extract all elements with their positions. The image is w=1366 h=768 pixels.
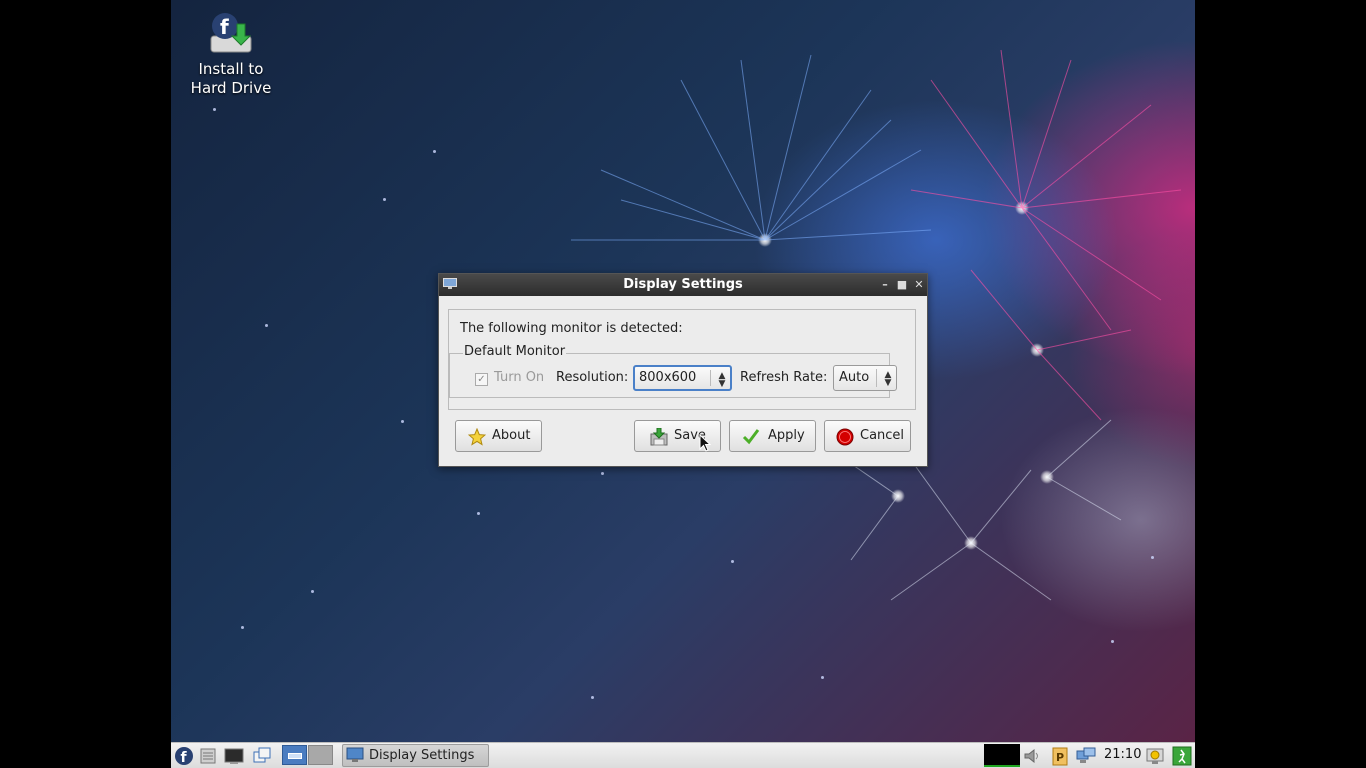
file-manager-icon[interactable]	[198, 746, 218, 766]
resolution-label: Resolution:	[556, 370, 629, 385]
logout-icon[interactable]	[1172, 746, 1192, 766]
terminal-icon[interactable]	[224, 746, 244, 766]
cancel-label: Cancel	[860, 428, 905, 443]
about-label: About	[492, 428, 531, 443]
star	[601, 472, 604, 475]
spin-arrows-icon: ▲ ▼	[884, 370, 892, 388]
turn-on-checkbox[interactable]: ✓ Turn On	[475, 370, 544, 386]
detected-text: The following monitor is detected:	[460, 321, 683, 336]
apply-label: Apply	[768, 428, 805, 443]
task-label: Display Settings	[369, 748, 475, 763]
workspace-1[interactable]	[282, 745, 307, 765]
save-icon	[650, 428, 668, 446]
maximize-button[interactable]: ■	[894, 274, 910, 296]
turn-on-label: Turn On	[494, 370, 545, 385]
stop-icon	[836, 428, 854, 446]
svg-text:P: P	[1056, 751, 1064, 764]
svg-text:f: f	[220, 15, 229, 39]
star	[591, 696, 594, 699]
fedora-menu-icon[interactable]: f	[174, 746, 194, 766]
dialog-titlebar[interactable]: Display Settings – ■ ✕	[439, 274, 927, 296]
star	[241, 626, 244, 629]
star	[731, 560, 734, 563]
cpu-graph-line	[984, 765, 1020, 767]
cancel-button[interactable]: Cancel	[824, 420, 911, 452]
checkbox-checked-icon: ✓	[475, 373, 488, 386]
star	[401, 420, 404, 423]
star	[821, 676, 824, 679]
monitor-icon	[346, 747, 364, 762]
apply-button[interactable]: Apply	[729, 420, 816, 452]
refresh-rate-label: Refresh Rate:	[740, 370, 828, 385]
resolution-combo[interactable]: 800x600 ▲ ▼	[633, 365, 732, 391]
update-icon[interactable]	[1145, 746, 1165, 766]
taskbar: f Display Settings P 21:10	[171, 742, 1195, 768]
star	[311, 590, 314, 593]
star	[383, 198, 386, 201]
workspace-2[interactable]	[308, 745, 333, 765]
volume-icon[interactable]	[1022, 746, 1042, 766]
default-monitor-legend: Default Monitor	[463, 344, 567, 359]
dialog-title: Display Settings	[623, 277, 743, 292]
network-icon[interactable]	[1076, 746, 1096, 766]
desktop-icon-label: Install to Hard Drive	[190, 60, 272, 97]
refresh-rate-value: Auto	[839, 370, 870, 385]
star	[1151, 556, 1154, 559]
windows-icon[interactable]	[252, 746, 272, 766]
refresh-rate-combo[interactable]: Auto ▲ ▼	[833, 365, 897, 391]
fedora-install-icon: f	[207, 10, 255, 56]
star-icon	[468, 428, 486, 446]
task-display-settings[interactable]: Display Settings	[342, 744, 489, 767]
display-settings-dialog: Display Settings – ■ ✕ The following mon…	[438, 273, 928, 467]
monitor-icon	[443, 278, 457, 289]
combo-separator	[876, 369, 877, 387]
clock[interactable]: 21:10	[1104, 743, 1141, 767]
about-button[interactable]: About	[455, 420, 542, 452]
clipboard-icon[interactable]: P	[1050, 746, 1070, 766]
star	[433, 150, 436, 153]
resolution-value: 800x600	[639, 370, 697, 385]
mouse-cursor-icon	[699, 434, 711, 452]
close-button[interactable]: ✕	[911, 274, 927, 296]
cpu-monitor-icon	[984, 744, 1020, 767]
star	[213, 108, 216, 111]
spin-arrows-icon: ▲ ▼	[718, 371, 726, 389]
star	[265, 324, 268, 327]
svg-text:f: f	[181, 750, 188, 766]
checkmark-icon	[742, 429, 760, 445]
install-to-hard-drive-shortcut[interactable]: f Install to Hard Drive	[183, 10, 279, 98]
minimize-button[interactable]: –	[877, 274, 893, 296]
star	[477, 512, 480, 515]
star	[1111, 640, 1114, 643]
combo-separator	[710, 370, 711, 386]
workspace-window-thumb	[288, 753, 302, 759]
